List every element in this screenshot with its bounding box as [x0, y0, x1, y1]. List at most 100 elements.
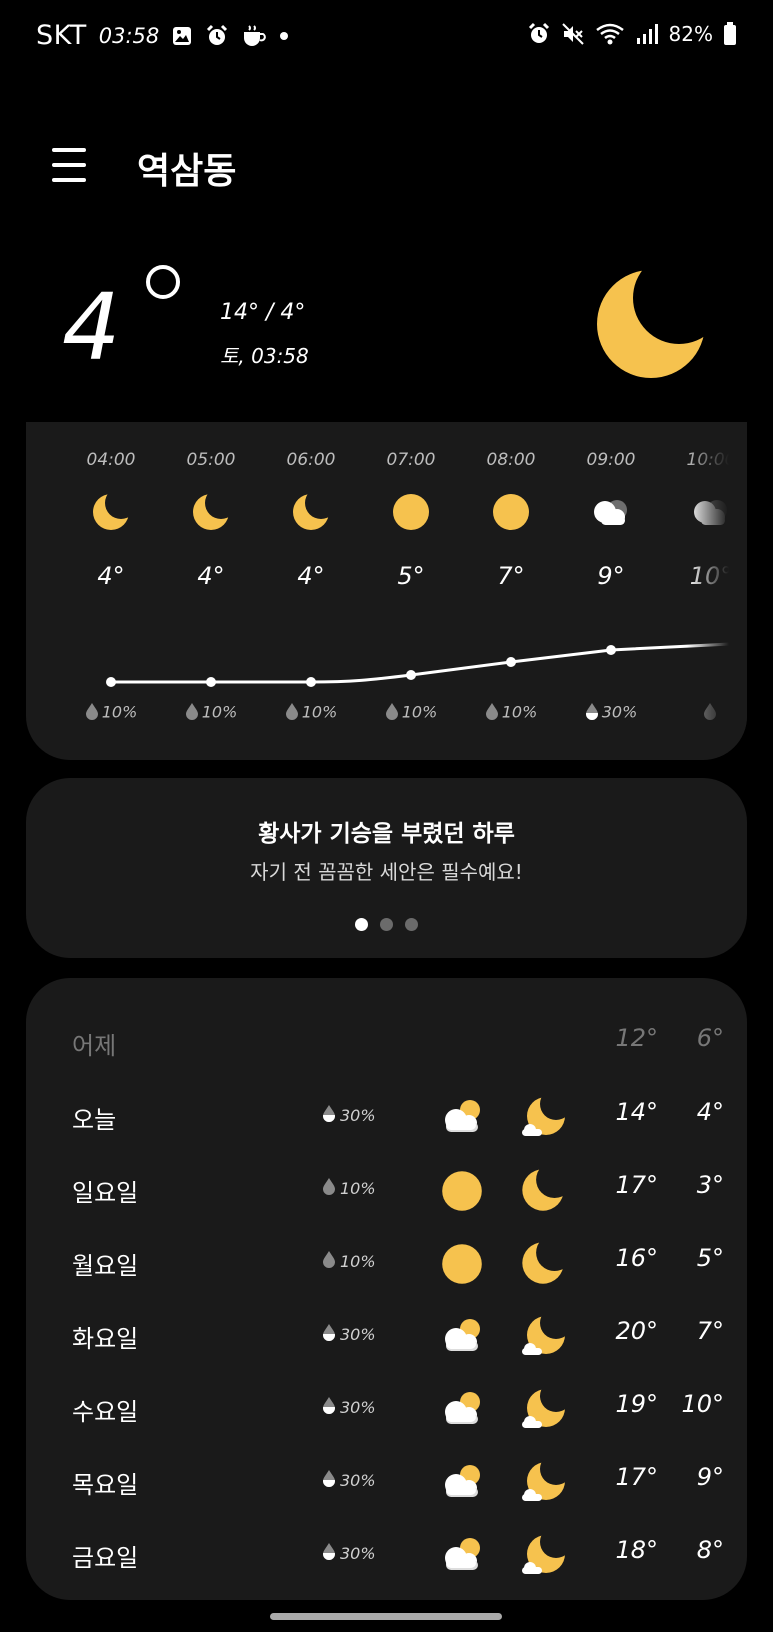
cloudy-moon-icon — [520, 1459, 566, 1505]
cloudy-moon-icon — [520, 1313, 566, 1359]
rain-chance: 30% — [601, 702, 638, 722]
cloud-icon — [591, 492, 631, 532]
daily-forecast-card[interactable]: 어제 12° 6° 오늘 30% 14° 4° 일요일 10% 17° 3° 월… — [26, 978, 747, 1600]
gallery-icon — [173, 26, 192, 45]
raindrop-icon — [285, 702, 299, 724]
day-low: 4° — [696, 1098, 724, 1126]
day-rain: 30% — [322, 1104, 376, 1126]
rain-chance: 10% — [501, 702, 538, 722]
day-name: 어제 — [72, 1032, 117, 1060]
day-low: 8° — [696, 1536, 724, 1564]
hour-time: 04:00 — [86, 450, 136, 470]
carrier-name: SKT — [36, 20, 87, 51]
hour-temp: 9° — [597, 562, 625, 590]
partly-cloudy-icon — [440, 1461, 484, 1505]
hour-rain: 30% — [571, 702, 651, 724]
rain-chance: 10% — [201, 702, 238, 722]
raindrop-icon — [322, 1323, 336, 1345]
hour-time: 06:00 — [286, 450, 336, 470]
raindrop-icon — [485, 702, 499, 724]
raindrop-icon — [585, 702, 599, 724]
current-hi-lo: 14° / 4° — [220, 300, 306, 325]
menu-icon[interactable] — [52, 148, 86, 182]
page-indicator[interactable] — [26, 918, 747, 931]
cloudy-moon-icon — [520, 1386, 566, 1432]
hour-rain: 10% — [371, 702, 451, 724]
mute-icon — [561, 23, 584, 45]
daily-row[interactable]: 월요일 10% 16° 5° — [26, 1232, 747, 1292]
hour-temp: 4° — [97, 562, 125, 590]
rain-chance: 10% — [101, 702, 138, 722]
page-dot-3[interactable] — [405, 918, 418, 931]
alarm-icon — [528, 22, 549, 43]
hour-rain: 10% — [71, 702, 151, 724]
daily-row[interactable]: 오늘 30% 14° 4° — [26, 1086, 747, 1146]
current-temp: 4 — [62, 274, 121, 381]
status-right: 82% — [527, 22, 737, 46]
moon-icon — [520, 1240, 566, 1286]
rain-chance: 30% — [340, 1470, 376, 1490]
day-rain: 10% — [322, 1177, 376, 1199]
day-name: 목요일 — [72, 1471, 139, 1499]
sun-icon — [440, 1242, 484, 1286]
raindrop-icon — [322, 1250, 336, 1272]
wifi-icon — [595, 23, 624, 45]
location-title[interactable]: 역삼동 — [137, 142, 236, 194]
rain-chance: 30% — [340, 1397, 376, 1417]
hourly-list[interactable]: 04:00 4° 10% 05:00 4° 10% 06:00 4° 10% 0… — [26, 422, 747, 760]
hour-time: 08:00 — [486, 450, 536, 470]
hour-time: 05:00 — [186, 450, 236, 470]
day-low: 3° — [696, 1171, 724, 1199]
hour-temp: 7° — [497, 562, 525, 590]
day-low: 9° — [696, 1463, 724, 1491]
hour-rain: 10% — [471, 702, 551, 724]
day-low: 6° — [696, 1024, 724, 1052]
daily-row[interactable]: 금요일 30% 18° 8° — [26, 1524, 747, 1584]
tip-title: 황사가 기승을 부렸던 하루 — [258, 821, 515, 847]
status-left: SKT 03:58 — [36, 20, 289, 51]
moon-icon — [291, 492, 331, 532]
tip-subtitle: 자기 전 꼼꼼한 세안은 필수예요! — [250, 860, 523, 884]
daily-row[interactable]: 화요일 30% 20° 7° — [26, 1305, 747, 1365]
status-time: 03:58 — [98, 23, 160, 48]
daily-row[interactable]: 목요일 30% 17° 9° — [26, 1451, 747, 1511]
raindrop-icon — [322, 1104, 336, 1126]
home-indicator[interactable] — [270, 1613, 502, 1620]
page-dot-1[interactable] — [355, 918, 368, 931]
sun-icon — [440, 1169, 484, 1213]
day-low: 5° — [696, 1244, 724, 1272]
raindrop-icon — [322, 1542, 336, 1564]
partly-cloudy-icon — [440, 1388, 484, 1432]
moon-icon — [91, 492, 131, 532]
tip-card[interactable]: 황사가 기승을 부렸던 하루 자기 전 꼼꼼한 세안은 필수예요! — [26, 778, 747, 958]
page-dot-2[interactable] — [380, 918, 393, 931]
hour-time: 07:00 — [386, 450, 436, 470]
partly-cloudy-icon — [440, 1315, 484, 1359]
partly-cloudy-icon — [440, 1096, 484, 1140]
daily-row[interactable]: 일요일 10% 17° 3° — [26, 1159, 747, 1219]
day-name: 월요일 — [72, 1252, 139, 1280]
day-rain: 30% — [322, 1396, 376, 1418]
day-rain: 30% — [322, 1323, 376, 1345]
moon-icon — [597, 270, 705, 378]
app-header: 역삼동 — [0, 130, 773, 210]
hour-temp: 4° — [197, 562, 225, 590]
coffee-icon — [244, 24, 267, 46]
raindrop-icon — [185, 702, 199, 724]
rain-chance: 10% — [340, 1251, 376, 1271]
moon-icon — [191, 492, 231, 532]
day-name: 화요일 — [72, 1325, 139, 1353]
rain-chance: 30% — [340, 1324, 376, 1344]
rain-chance: 10% — [401, 702, 438, 722]
daily-row[interactable]: 수요일 30% 19° 10° — [26, 1378, 747, 1438]
hour-temp: 4° — [297, 562, 325, 590]
rain-chance: 10% — [301, 702, 338, 722]
cloudy-moon-icon — [520, 1532, 566, 1578]
hourly-forecast-card[interactable]: 04:00 4° 10% 05:00 4° 10% 06:00 4° 10% 0… — [26, 422, 747, 760]
day-name: 오늘 — [72, 1106, 117, 1134]
alarm-icon — [207, 24, 228, 45]
scroll-fade — [687, 422, 747, 760]
day-name: 일요일 — [72, 1179, 139, 1207]
rain-chance: 10% — [340, 1178, 376, 1198]
raindrop-icon — [322, 1177, 336, 1199]
